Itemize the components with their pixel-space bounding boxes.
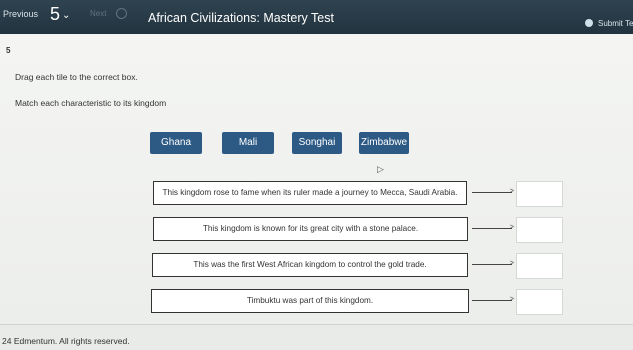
cursor-icon: ▷ xyxy=(377,164,384,174)
statement-box: This was the first West African kingdom … xyxy=(152,253,468,277)
arrow-right-icon: > xyxy=(472,188,514,195)
drop-target-box[interactable] xyxy=(516,289,563,315)
previous-button[interactable]: Previous xyxy=(3,9,38,19)
next-circle-icon xyxy=(116,8,127,19)
check-circle-icon[interactable] xyxy=(585,19,593,27)
statement-box: This kingdom is known for its great city… xyxy=(153,217,468,241)
tile-zimbabwe[interactable]: Zimbabwe xyxy=(359,132,409,154)
instruction-text: Drag each tile to the correct box. xyxy=(15,72,138,82)
drop-target-box[interactable] xyxy=(516,253,563,279)
top-navigation-bar: Previous 5 ⌄ Next African Civilizations:… xyxy=(0,0,633,34)
arrow-right-icon: > xyxy=(472,296,514,303)
question-number: 5 xyxy=(6,46,11,55)
tile-mali[interactable]: Mali xyxy=(222,132,274,154)
copyright-text: 24 Edmentum. All rights reserved. xyxy=(2,336,130,346)
arrow-right-icon: > xyxy=(472,224,514,231)
statement-box: Timbuktu was part of this kingdom. xyxy=(151,289,469,313)
drop-target-box[interactable] xyxy=(516,217,563,243)
tile-ghana[interactable]: Ghana xyxy=(150,132,202,154)
drop-target-box[interactable] xyxy=(516,181,563,207)
chevron-down-icon[interactable]: ⌄ xyxy=(62,10,70,21)
statement-box: This kingdom rose to fame when its ruler… xyxy=(153,181,467,205)
arrow-right-icon: > xyxy=(472,260,514,267)
test-title: African Civilizations: Mastery Test xyxy=(148,11,334,25)
prompt-text: Match each characteristic to its kingdom xyxy=(15,98,167,108)
tile-songhai[interactable]: Songhai xyxy=(292,132,342,154)
next-button[interactable]: Next xyxy=(90,9,106,18)
question-number-selector[interactable]: 5 xyxy=(50,4,60,25)
submit-test-button[interactable]: Submit Te xyxy=(598,19,633,28)
